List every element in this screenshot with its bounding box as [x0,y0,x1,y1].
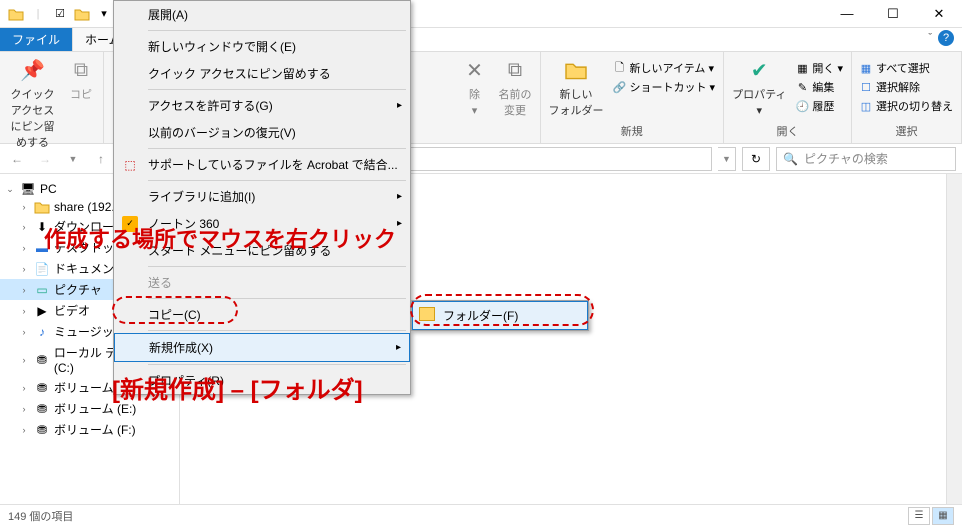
group-label: 新規 [621,121,643,139]
tree-vol-e[interactable]: ›⛃ボリューム (E:) [0,398,179,419]
search-icon: 🔍 [783,152,798,166]
document-icon: 📄 [34,262,50,276]
ctx-send-to[interactable]: 送る [114,269,410,296]
ribbon-open-group: ✔ プロパティ▾ ▦開く ▾ ✎編集 🕘履歴 開く [724,52,852,143]
delete-button[interactable]: ✕ 除▾ [461,56,489,118]
checkbox-icon[interactable]: ☑ [52,6,68,22]
music-icon: ♪ [34,325,50,339]
select-invert-icon: ◫ [860,100,872,112]
back-button[interactable]: ← [6,148,28,170]
qat-dropdown[interactable]: ▾ [96,6,112,22]
quick-access-toolbar: | ☑ ▾ [0,6,112,22]
rename-button[interactable]: ⧉ 名前の 変更 [499,56,532,118]
disk-icon: ⛃ [34,402,50,416]
new-folder-button[interactable]: 新しい フォルダー [549,56,604,118]
select-all-button[interactable]: ▦すべて選択 [860,60,953,76]
shortcut-button[interactable]: 🔗ショートカット ▾ [614,79,716,95]
open-icon: ▦ [796,62,808,74]
disk-icon: ⛃ [34,423,50,437]
search-placeholder: ピクチャの検索 [804,150,888,167]
disk-icon: ⛃ [34,381,50,395]
folder-icon [419,307,435,321]
status-bar: 149 個の項目 ☰ ▦ [0,504,962,526]
context-menu: 展開(A) 新しいウィンドウで開く(E) クイック アクセスにピン留めする アク… [113,0,411,395]
close-button[interactable]: ✕ [916,0,962,28]
group-label: 開く [777,121,799,139]
history-icon: 🕘 [796,100,808,112]
ribbon-clipboard-group: 📌 クイック アクセス にピン留めする ⧉ コピ [0,52,104,143]
ctx-norton[interactable]: ✓ノートン 360▸ [114,210,410,237]
search-box[interactable]: 🔍 ピクチャの検索 [776,147,956,171]
ctx-copy[interactable]: コピー(C) [114,301,410,328]
divider: | [30,6,46,22]
ribbon-select-group: ▦すべて選択 ☐選択解除 ◫選択の切り替え 選択 [852,52,962,143]
ribbon-new-group: 新しい フォルダー 🗋新しいアイテム ▾ 🔗ショートカット ▾ 新規 [541,52,725,143]
select-all-icon: ▦ [860,62,872,74]
ctx-expand[interactable]: 展開(A) [114,1,410,28]
maximize-button[interactable]: ☐ [870,0,916,28]
minimize-button[interactable]: — [824,0,870,28]
acrobat-icon: ⬚ [122,157,138,173]
ctx-new[interactable]: 新規作成(X)▸ [114,333,410,362]
folder-icon [34,200,50,214]
ctx-grant-access[interactable]: アクセスを許可する(G)▸ [114,92,410,119]
properties-button[interactable]: ✔ プロパティ▾ [732,56,786,118]
up-button[interactable]: ↑ [90,148,112,170]
ribbon-collapse[interactable]: ˇ [928,32,932,44]
window-controls: — ☐ ✕ [824,0,962,28]
folder-icon [74,6,90,22]
copy-icon: ⧉ [67,56,95,84]
ribbon-organize-group: ✕ 除▾ ⧉ 名前の 変更 [453,52,541,143]
tree-vol-f[interactable]: ›⛃ボリューム (F:) [0,419,179,440]
open-button[interactable]: ▦開く ▾ [796,60,843,76]
ctx-add-library[interactable]: ライブラリに追加(I)▸ [114,183,410,210]
refresh-button[interactable]: ↻ [742,147,770,171]
edit-button[interactable]: ✎編集 [796,79,843,95]
select-none-button[interactable]: ☐選択解除 [860,79,953,95]
folder-icon [562,56,590,84]
pc-icon: 🖥 [20,182,36,196]
tab-file[interactable]: ファイル [0,28,72,51]
group-label: 選択 [896,121,918,139]
shortcut-icon: 🔗 [614,81,626,93]
ctx-combine-acrobat[interactable]: ⬚サポートしているファイルを Acrobat で結合... [114,151,410,178]
video-icon: ▶ [34,304,50,318]
recent-dropdown[interactable]: ▼ [62,148,84,170]
address-dropdown[interactable]: ▼ [718,147,736,171]
check-icon: ✔ [745,56,773,84]
desktop-icon: ▬ [34,241,50,255]
edit-icon: ✎ [796,81,808,93]
folder-icon [8,6,24,22]
ctx-pin-quick-access[interactable]: クイック アクセスにピン留めする [114,60,410,87]
pin-quick-access-button[interactable]: 📌 クイック アクセス にピン留めする [8,56,57,150]
norton-icon: ✓ [122,216,138,232]
submenu-folder[interactable]: フォルダー(F) [412,301,588,330]
view-icons-button[interactable]: ▦ [932,507,954,525]
context-submenu: フォルダー(F) [411,300,589,331]
ctx-properties[interactable]: プロパティ(R) [114,367,410,394]
ctx-open-new-window[interactable]: 新しいウィンドウで開く(E) [114,33,410,60]
delete-icon: ✕ [461,56,489,84]
help-icon[interactable]: ? [938,30,954,46]
new-item-button[interactable]: 🗋新しいアイテム ▾ [614,60,716,76]
history-button[interactable]: 🕘履歴 [796,98,843,114]
document-icon: 🗋 [614,62,626,74]
disk-icon: ⛃ [34,353,50,367]
download-icon: ⬇ [34,220,50,234]
pin-icon: 📌 [19,56,47,84]
select-none-icon: ☐ [860,81,872,93]
view-details-button[interactable]: ☰ [908,507,930,525]
forward-button[interactable]: → [34,148,56,170]
ctx-pin-start[interactable]: スタート メニューにピン留めする [114,237,410,264]
pictures-icon: ▭ [34,283,50,297]
select-invert-button[interactable]: ◫選択の切り替え [860,98,953,114]
item-count: 149 個の項目 [8,508,73,524]
scrollbar[interactable] [946,174,962,504]
copy-button[interactable]: ⧉ コピ [67,56,95,150]
ctx-restore-versions[interactable]: 以前のバージョンの復元(V) [114,119,410,146]
rename-icon: ⧉ [501,56,529,84]
